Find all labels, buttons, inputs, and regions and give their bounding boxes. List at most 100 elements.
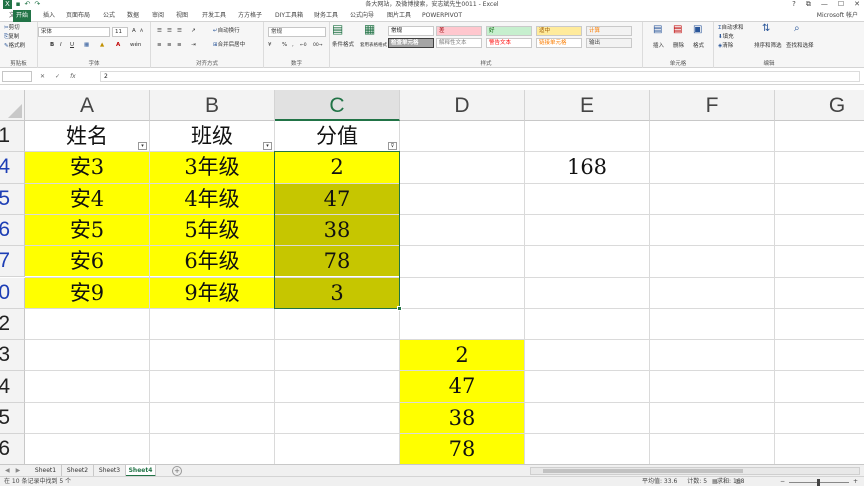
column-header-c[interactable]: C [275, 90, 400, 121]
tab-picture-tools[interactable]: 图片工具 [384, 10, 414, 22]
insert-cells-button[interactable]: 插入 [653, 43, 664, 50]
copy-button[interactable]: ⎘复制 [4, 34, 19, 41]
cell-style-1[interactable]: 常规 [388, 26, 434, 36]
decrease-decimal-button[interactable]: 00→ [313, 42, 323, 49]
tab-powerpivot[interactable]: POWERPIVOT [419, 10, 465, 22]
cell-a4[interactable]: 安3 [25, 152, 149, 183]
scrollbar-thumb[interactable] [543, 469, 743, 473]
binoculars-icon[interactable]: ⌕ [794, 24, 800, 34]
sort-filter-button[interactable]: 排序和筛选 [754, 43, 782, 50]
insert-function-button[interactable]: fx [70, 71, 76, 82]
format-painter-button[interactable]: ✎格式刷 [4, 43, 25, 50]
increase-decimal-button[interactable]: ←0 [300, 42, 307, 49]
align-left-icon[interactable]: ≡ [157, 42, 162, 49]
row-header[interactable]: 14 [0, 371, 25, 403]
cell-style-5[interactable]: 计算 [586, 26, 632, 36]
row-header[interactable]: 5 [0, 183, 25, 215]
align-bottom-icon[interactable]: ☰ [177, 28, 182, 35]
fill-button[interactable]: ⬇填充 [718, 34, 734, 41]
clear-button[interactable]: ◈清除 [718, 43, 733, 50]
find-select-button[interactable]: 查找和选择 [786, 43, 814, 50]
cell-d16[interactable]: 78 [400, 434, 524, 464]
tab-fangfang[interactable]: 方方格子 [235, 10, 265, 22]
select-all-button[interactable] [0, 90, 25, 121]
horizontal-scrollbar[interactable] [530, 467, 860, 475]
column-header-g[interactable]: G [775, 90, 864, 121]
phonetic-button[interactable]: wén [130, 42, 141, 49]
row-header[interactable]: 6 [0, 214, 25, 247]
worksheet-grid[interactable]: ABCDEFG 1 姓名班级分值 4 安33年级 2 168 5 安44年级 47 6 安55年级 38… [0, 90, 864, 464]
cell-c1[interactable]: 分值 [275, 121, 399, 151]
cell-style-8[interactable]: 警告文本 [486, 38, 532, 48]
minimize-button[interactable]: — [821, 0, 828, 9]
close-button[interactable]: ✕ [854, 0, 860, 9]
conditional-format-icon[interactable]: ▤ [332, 23, 343, 35]
cell-style-10[interactable]: 输出 [586, 38, 632, 48]
cell-style-6[interactable]: 检查单元格 [388, 38, 434, 48]
shrink-font-button[interactable]: A [140, 28, 143, 35]
bold-button[interactable]: B [50, 42, 54, 49]
cell-style-9[interactable]: 链接单元格 [536, 38, 582, 48]
help-button[interactable]: ? [792, 0, 796, 9]
cell-e4[interactable]: 168 [525, 152, 649, 182]
cell-b10[interactable]: 9年级 [150, 277, 274, 308]
tab-page-layout[interactable]: 页面布局 [63, 10, 93, 22]
column-header-f[interactable]: F [650, 90, 775, 121]
row-header[interactable]: 10 [0, 277, 25, 309]
name-box[interactable] [2, 71, 32, 82]
border-button[interactable]: ▦ [84, 42, 89, 49]
column-header-a[interactable]: A [25, 90, 150, 121]
currency-icon[interactable]: ¥ [268, 42, 272, 49]
font-color-button[interactable]: A [116, 42, 120, 49]
align-top-icon[interactable]: ☰ [157, 28, 162, 35]
cell-d13[interactable]: 2 [400, 340, 524, 371]
table-format-icon[interactable]: ▦ [364, 23, 375, 35]
cancel-entry-button[interactable]: ✕ [40, 71, 45, 82]
row-header[interactable]: 7 [0, 246, 25, 278]
cell-b6[interactable]: 5年级 [150, 214, 274, 246]
align-center-icon[interactable]: ≡ [167, 42, 172, 49]
sort-filter-icon[interactable]: ⇅ [762, 24, 770, 34]
cell-d14[interactable]: 47 [400, 371, 524, 402]
maximize-button[interactable]: ☐ [838, 0, 844, 9]
tab-insert[interactable]: 插入 [40, 10, 58, 22]
percent-button[interactable]: % [282, 42, 287, 49]
cell-a10[interactable]: 安9 [25, 277, 149, 308]
underline-button[interactable]: U [70, 42, 74, 49]
normal-view-icon[interactable]: ▦ [712, 477, 718, 486]
add-sheet-button[interactable]: + [172, 466, 182, 476]
row-header[interactable]: 15 [0, 402, 25, 434]
cell-b7[interactable]: 6年级 [150, 246, 274, 277]
tab-diy-toolbox[interactable]: DIY工具箱 [272, 10, 306, 22]
cell-b5[interactable]: 4年级 [150, 183, 274, 214]
number-format-select[interactable]: 常规 [268, 27, 326, 37]
confirm-entry-button[interactable]: ✓ [55, 71, 60, 82]
align-right-icon[interactable]: ≡ [177, 42, 182, 49]
cell-style-2[interactable]: 差 [436, 26, 482, 36]
indent-icon[interactable]: ⇥ [191, 42, 196, 49]
format-cells-button[interactable]: 格式 [693, 43, 704, 50]
table-format-button[interactable]: 套用表格格式 [360, 42, 387, 49]
zoom-slider-knob[interactable] [816, 478, 820, 486]
zoom-out-button[interactable]: − [780, 477, 785, 486]
grow-font-button[interactable]: A [132, 28, 136, 35]
formula-input[interactable]: 2 [100, 71, 860, 82]
tab-formula-wizard[interactable]: 公式向导 [347, 10, 377, 22]
column-header-b[interactable]: B [150, 90, 275, 121]
delete-cells-button[interactable]: 删除 [673, 43, 684, 50]
filter-dropdown-c[interactable]: ⊽ [388, 142, 397, 151]
zoom-in-button[interactable]: + [853, 477, 858, 486]
font-size-select[interactable]: 11 [112, 27, 128, 37]
cell-style-7[interactable]: 解释性文本 [436, 38, 482, 48]
cell-a5[interactable]: 安4 [25, 183, 149, 214]
row-header[interactable]: 12 [0, 308, 25, 341]
tab-view[interactable]: 视图 [173, 10, 191, 22]
conditional-format-button[interactable]: 条件格式 [332, 42, 354, 49]
autosum-button[interactable]: Σ自动求和 [718, 25, 744, 32]
orientation-icon[interactable]: ↗ [191, 28, 196, 35]
cell-a1[interactable]: 姓名 [25, 121, 149, 151]
font-name-select[interactable]: 宋体 [38, 27, 110, 37]
fill-handle[interactable] [397, 305, 402, 311]
column-header-e[interactable]: E [525, 90, 650, 121]
delete-cells-icon[interactable]: ▤ [673, 25, 682, 35]
